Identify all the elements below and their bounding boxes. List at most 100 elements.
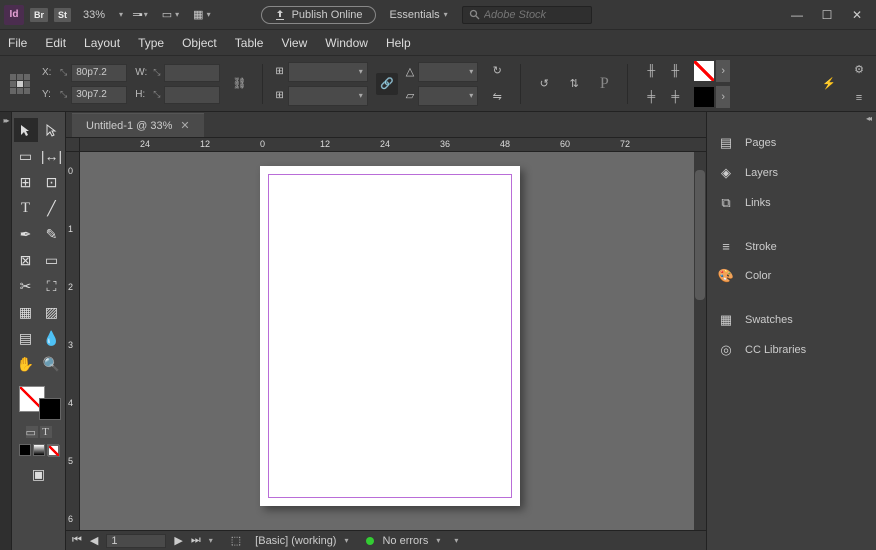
panel-links[interactable]: ⧉Links [707,188,876,218]
close-button[interactable]: ✕ [842,2,872,28]
panel-swatches[interactable]: ▦Swatches [707,305,876,335]
panel-layers[interactable]: ◈Layers [707,158,876,188]
vertical-ruler[interactable]: 0123456 [66,152,80,530]
panel-color[interactable]: 🎨Color [707,261,876,291]
fill-more-button[interactable]: › [716,60,730,82]
page-prev-button[interactable]: ◀ [90,534,98,547]
scissors-tool[interactable]: ✂ [14,274,38,298]
page-next-button[interactable]: ▶ [174,534,182,547]
menu-object[interactable]: Object [182,36,217,50]
flip-v-button[interactable]: ⇅ [563,73,585,95]
constrain-icon[interactable]: ⛓ [228,73,250,95]
pencil-tool[interactable]: ✎ [40,222,64,246]
fill-stroke-swatch[interactable] [17,384,61,420]
direct-selection-tool[interactable] [40,118,64,142]
menu-type[interactable]: Type [138,36,164,50]
workspace-dropdown[interactable]: Essentials ▾ [390,9,448,21]
stock-chip[interactable]: St [54,8,71,22]
free-transform-tool[interactable]: ⛶ [40,274,64,298]
page[interactable] [260,166,520,506]
menu-file[interactable]: File [8,36,27,50]
preflight-profile[interactable]: [Basic] (working) [255,535,336,547]
view-mode-button-2[interactable]: ▭▾ [158,6,183,23]
panel-stroke[interactable]: ≡Stroke [707,232,876,261]
panel-pages[interactable]: ▤Pages [707,128,876,158]
align-button-2[interactable]: ╫ [664,60,686,82]
scrollbar-thumb[interactable] [695,170,705,300]
view-mode-button[interactable]: ▣ [27,462,51,486]
align-button-3[interactable]: ╪ [640,86,662,108]
gradient-feather-tool[interactable]: ▨ [40,300,64,324]
fill-swatch[interactable] [694,61,714,81]
bridge-chip[interactable]: Br [30,8,48,22]
type-tool[interactable]: T [14,196,38,220]
menu-view[interactable]: View [281,36,307,50]
rotate-field[interactable]: ▾ [418,62,478,82]
menu-help[interactable]: Help [386,36,411,50]
content-placer-tool[interactable]: ⊡ [40,170,64,194]
shear-field[interactable]: ▾ [418,86,478,106]
settings-gear-icon[interactable]: ⚙ [848,59,870,81]
x-field[interactable]: 80p7.2 [71,64,127,82]
zoom-dropdown[interactable]: 33% ▾ [83,9,123,21]
flip-h-button[interactable]: ⇋ [486,86,508,108]
open-icon[interactable]: ⬚ [231,534,241,547]
zoom-tool[interactable]: 🔍 [40,352,64,376]
h-field[interactable] [164,86,220,104]
minimize-button[interactable]: — [782,2,812,28]
selection-tool[interactable] [14,118,38,142]
panel-cc-libraries[interactable]: ◎CC Libraries [707,335,876,365]
rectangle-frame-tool[interactable]: ⊠ [14,248,38,272]
reference-point-grid[interactable] [6,70,34,98]
paragraph-style-button[interactable]: P [593,73,615,95]
hand-tool[interactable]: ✋ [14,352,38,376]
content-collector-tool[interactable]: ⊞ [14,170,38,194]
vertical-scrollbar[interactable] [694,152,706,530]
maximize-button[interactable]: ☐ [812,2,842,28]
apply-color-buttons[interactable]: ▭T [26,426,52,438]
pen-tool[interactable]: ✒ [14,222,38,246]
link-scale-icon[interactable]: 🔗 [376,73,398,95]
page-tool[interactable]: ▭ [14,144,38,168]
quick-apply-button[interactable]: ⚡ [818,73,840,95]
rotate-cw-button[interactable]: ↻ [486,60,508,82]
view-mode-button-1[interactable]: ═▪▾ [129,7,152,23]
publish-online-button[interactable]: Publish Online [261,6,376,24]
w-field[interactable] [164,64,220,82]
gap-tool[interactable]: |↔| [40,144,64,168]
document-tab[interactable]: Untitled-1 @ 33% ✕ [72,113,204,137]
stroke-swatch[interactable] [694,87,714,107]
align-button-1[interactable]: ╫ [640,60,662,82]
close-tab-icon[interactable]: ✕ [180,119,189,132]
page-last-button[interactable]: ⏭ [191,534,201,547]
menu-edit[interactable]: Edit [45,36,66,50]
stroke-more-button[interactable]: › [716,86,730,108]
preflight-errors[interactable]: No errors [382,535,428,547]
panel-menu-icon[interactable]: ≡ [848,87,870,109]
collapse-panels-button[interactable]: ◂◂ [866,114,870,126]
search-input[interactable] [484,9,585,21]
color-mode-buttons[interactable] [19,444,59,456]
horizontal-ruler[interactable]: 24120122436486072 [80,138,706,152]
gradient-tool[interactable]: ▦ [14,300,38,324]
rotate-ccw-button[interactable]: ↺ [533,73,555,95]
align-button-4[interactable]: ╪ [664,86,686,108]
ruler-origin[interactable] [66,138,80,152]
page-first-button[interactable]: ⏮ [72,534,82,547]
scale-y-field[interactable]: ▾ [288,86,368,106]
rectangle-tool[interactable]: ▭ [40,248,64,272]
menu-table[interactable]: Table [235,36,264,50]
left-dock-strip[interactable]: ▸▸ [0,112,12,550]
pasteboard[interactable] [80,152,706,530]
y-field[interactable]: 30p7.2 [71,86,127,104]
arrange-button[interactable]: ▦▾ [189,6,214,23]
note-tool[interactable]: ▤ [14,326,38,350]
line-tool[interactable]: ╱ [40,196,64,220]
stock-search[interactable] [462,6,592,24]
page-number-field[interactable]: 1 [106,534,166,548]
menu-window[interactable]: Window [325,36,368,50]
eyedropper-tool[interactable]: 💧 [40,326,64,350]
menu-layout[interactable]: Layout [84,36,120,50]
scale-x-field[interactable]: ▾ [288,62,368,82]
canvas[interactable]: 24120122436486072 0123456 [66,138,706,530]
